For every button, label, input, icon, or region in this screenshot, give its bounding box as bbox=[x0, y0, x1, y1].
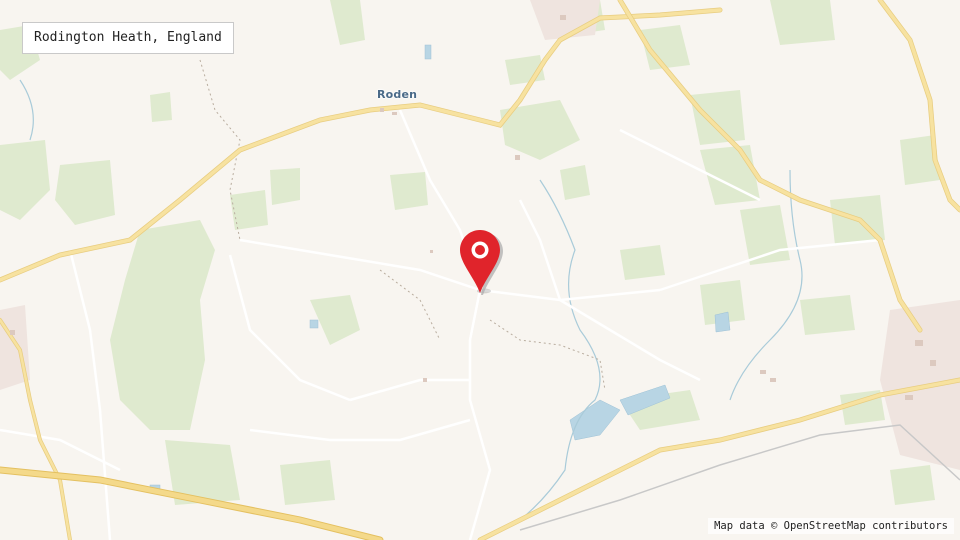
map-attribution[interactable]: Map data © OpenStreetMap contributors bbox=[708, 518, 954, 534]
place-title-box: Rodington Heath, England bbox=[22, 22, 234, 54]
map-pin-icon[interactable] bbox=[458, 229, 504, 295]
town-label-roden: Roden bbox=[377, 88, 418, 101]
